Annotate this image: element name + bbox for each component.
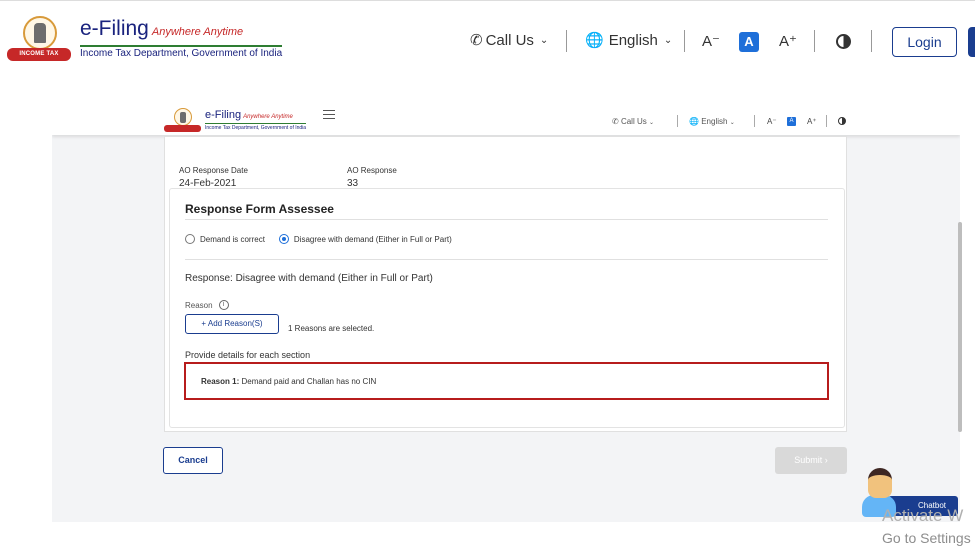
emblem-icon (164, 107, 201, 133)
inner-call-us-label: Call Us (620, 117, 647, 126)
logo-tagline: Anywhere Anytime (151, 25, 244, 38)
radio-disagree-demand[interactable] (278, 234, 289, 244)
response-form-card: Response Form Assessee Demand is correct… (169, 188, 845, 428)
hamburger-menu-icon[interactable] (323, 110, 335, 119)
call-us-label: Call Us (485, 31, 534, 49)
phone-icon: ✆ (470, 32, 483, 49)
efiling-logo[interactable]: INCOME TAX DEPARTMENT e-Filing Anywhere A… (6, 13, 283, 70)
page-root: INCOME TAX DEPARTMENT e-Filing Anywhere A… (0, 0, 975, 550)
ao-response-label: AO Response (347, 166, 397, 175)
font-decrease-button[interactable]: A⁻ (701, 32, 721, 52)
reasons-selected-text: 1 Reasons are selected. (288, 324, 375, 333)
chevron-down-icon: ⌄ (729, 120, 735, 126)
cancel-button[interactable]: Cancel (163, 447, 223, 474)
reason-number: Reason 1: (201, 377, 240, 386)
radio-demand-correct-label[interactable]: Demand is correct (200, 235, 265, 244)
reason-label-text: Reason (185, 300, 213, 310)
embedded-screenshot: e-Filing Anywhere Anytime Income Tax Depa… (52, 98, 960, 522)
register-button[interactable] (968, 27, 975, 57)
response-radio-group: Demand is correct Disagree with demand (… (185, 234, 452, 244)
font-normal-button[interactable]: A (739, 32, 759, 52)
radio-demand-correct[interactable] (185, 234, 195, 244)
top-header: INCOME TAX DEPARTMENT e-Filing Anywhere A… (0, 0, 975, 82)
header-divider (814, 30, 815, 52)
phone-icon: ✆ (612, 117, 619, 126)
chevron-down-icon: ⌄ (539, 34, 549, 46)
add-reason-button[interactable]: + Add Reason(S) (185, 314, 279, 334)
inner-call-us-menu[interactable]: ✆ Call Us ⌄ (612, 117, 654, 126)
reason-detail-text: Reason 1: Demand paid and Challan has no… (201, 377, 376, 386)
chevron-down-icon: ⌄ (648, 120, 654, 126)
inner-language-select[interactable]: 🌐 English ⌄ (689, 117, 735, 126)
divider (185, 259, 828, 260)
divider (185, 219, 828, 220)
header-divider (566, 30, 567, 52)
inner-font-normal-button[interactable]: A (787, 117, 796, 126)
chevron-down-icon: ⌄ (663, 34, 673, 46)
info-icon[interactable]: i (218, 300, 229, 310)
reason-label: Reason i (185, 300, 229, 310)
selected-response-text: Response: Disagree with demand (Either i… (185, 273, 433, 284)
header-divider (871, 30, 872, 52)
form-title: Response Form Assessee (185, 202, 334, 216)
logo-subtitle: Income Tax Department, Government of Ind… (80, 44, 283, 59)
call-us-menu[interactable]: ✆ Call Us ⌄ (470, 31, 549, 50)
inner-logo-tagline: Anywhere Anytime (243, 114, 293, 120)
globe-icon: 🌐 (689, 117, 699, 126)
submit-button[interactable]: Submit › (775, 447, 847, 474)
inner-logo-subtitle: Income Tax Department, Government of Ind… (205, 123, 307, 131)
font-increase-button[interactable]: A⁺ (778, 32, 798, 52)
inner-header-divider (677, 115, 678, 127)
activate-windows-watermark: Activate W (882, 506, 964, 525)
contrast-icon[interactable] (836, 34, 851, 49)
details-label: Provide details for each section (185, 350, 311, 360)
emblem-icon: INCOME TAX DEPARTMENT (6, 13, 72, 70)
inner-language-label: English (701, 117, 728, 126)
language-select[interactable]: 🌐 English ⌄ (585, 31, 673, 50)
inner-efiling-logo[interactable]: e-Filing Anywhere Anytime Income Tax Depa… (164, 107, 307, 133)
chatbot-avatar-icon (868, 468, 892, 498)
header-divider (684, 30, 685, 52)
scrollbar[interactable] (958, 222, 962, 432)
activate-windows-settings-text: Go to Settings (882, 530, 971, 546)
emblem-banner: INCOME TAX DEPARTMENT (7, 48, 71, 70)
inner-font-decrease-button[interactable]: A⁻ (767, 117, 777, 126)
globe-icon: 🌐 (585, 32, 604, 49)
contrast-icon[interactable] (838, 117, 846, 125)
inner-logo-title: e-Filing Anywhere Anytime (205, 109, 293, 121)
inner-header-divider (826, 115, 827, 127)
inner-font-increase-button[interactable]: A⁺ (807, 117, 817, 126)
inner-header-divider (754, 115, 755, 127)
reason-value: Demand paid and Challan has no CIN (241, 377, 377, 386)
radio-disagree-demand-label[interactable]: Disagree with demand (Either in Full or … (294, 235, 452, 244)
login-button[interactable]: Login (892, 27, 957, 57)
inner-header: e-Filing Anywhere Anytime Income Tax Depa… (52, 98, 960, 135)
logo-title: e-Filing Anywhere Anytime (80, 16, 244, 40)
ao-response-date-label: AO Response Date (179, 166, 248, 175)
reason-detail-box[interactable]: Reason 1: Demand paid and Challan has no… (184, 362, 829, 400)
language-label: English (608, 31, 658, 49)
